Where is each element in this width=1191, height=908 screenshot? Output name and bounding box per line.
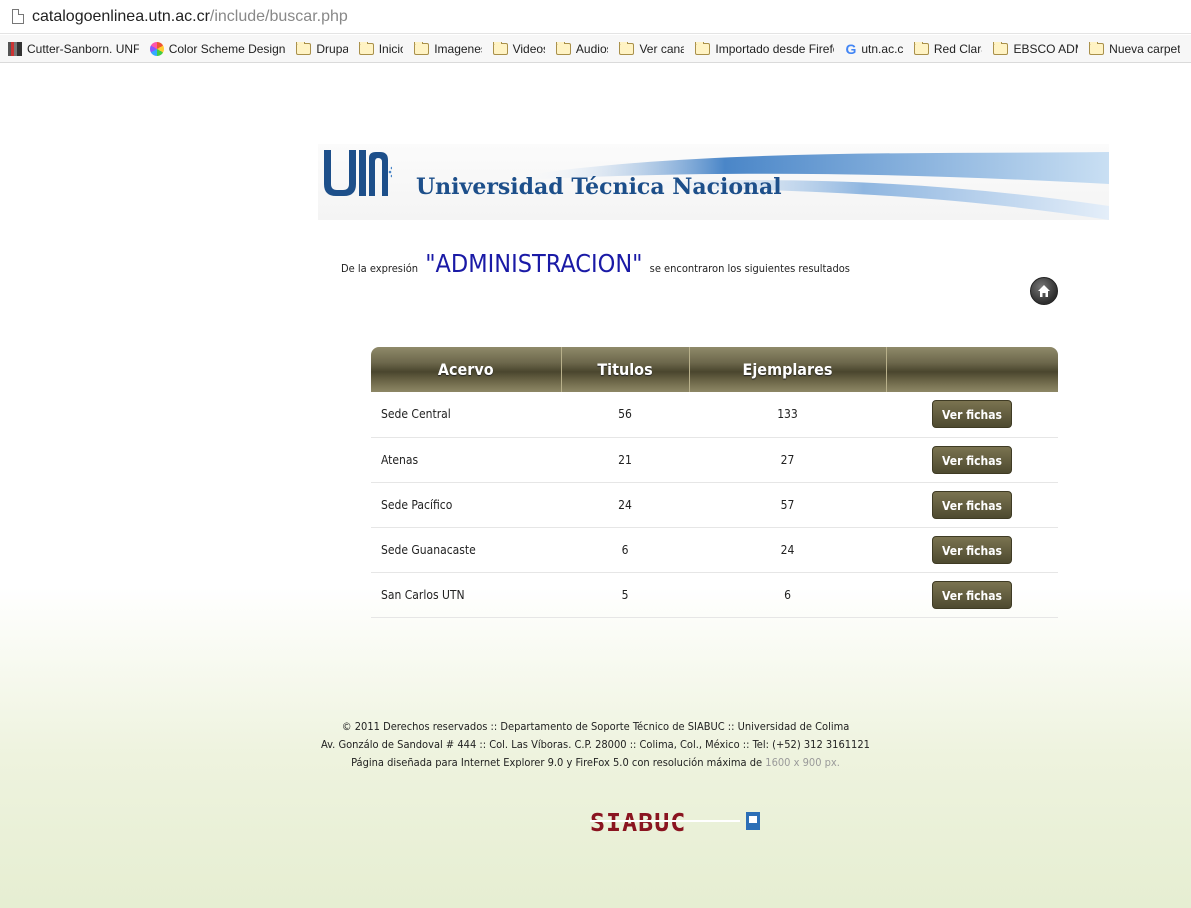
action-cell: Ver fichas bbox=[886, 572, 1058, 618]
url-host: catalogoenlinea.utn.ac.cr bbox=[32, 7, 210, 25]
university-banner: Universidad Técnica Nacional bbox=[318, 144, 1109, 220]
titulos-cell: 5 bbox=[561, 572, 689, 618]
footer-address: Av. Gonzálo de Sandoval # 444 :: Col. La… bbox=[321, 738, 870, 751]
folder-icon bbox=[1089, 41, 1105, 55]
siabuc-logo[interactable]: SIABUC bbox=[590, 809, 760, 835]
ejemplares-cell: 27 bbox=[689, 437, 886, 483]
bookmark-label: Imagenes bbox=[434, 41, 481, 56]
home-button[interactable] bbox=[1030, 277, 1058, 305]
column-header-acervo: Acervo bbox=[371, 347, 562, 392]
search-prefix: De la expresión bbox=[341, 262, 419, 275]
page-icon bbox=[12, 9, 24, 24]
search-term: "ADMINISTRACION" bbox=[425, 249, 643, 278]
bookmark-label: Ver canal bbox=[639, 41, 684, 56]
bookmark-item[interactable]: Importado desde Firefox bbox=[695, 41, 835, 56]
ver-fichas-button[interactable]: Ver fichas bbox=[932, 580, 1012, 609]
address-bar[interactable]: catalogoenlinea.utn.ac.cr/include/buscar… bbox=[0, 0, 1191, 34]
action-cell: Ver fichas bbox=[886, 437, 1058, 483]
ejemplares-cell: 24 bbox=[689, 527, 886, 573]
footer-copyright: © 2011 Derechos reservados :: Departamen… bbox=[341, 720, 850, 733]
search-summary: De la expresión "ADMINISTRACION" se enco… bbox=[0, 249, 1191, 278]
bookmarks-bar: Cutter-Sanborn. UNFC Color Scheme Designe… bbox=[0, 35, 1191, 63]
bookmark-label: Red Clara bbox=[933, 41, 983, 56]
search-suffix: se encontraron los siguientes resultados bbox=[649, 262, 850, 275]
folder-icon bbox=[358, 41, 374, 55]
bookmark-item[interactable]: Videos bbox=[492, 41, 545, 56]
ejemplares-cell: 6 bbox=[689, 572, 886, 618]
action-cell: Ver fichas bbox=[886, 392, 1058, 438]
bookmark-label: Nueva carpeta bbox=[1109, 41, 1181, 56]
bookmark-item[interactable]: EBSCO ADM bbox=[993, 41, 1079, 56]
column-header-actions bbox=[886, 347, 1058, 392]
table-row: Sede Central 56 133 Ver fichas bbox=[371, 392, 1058, 438]
university-name: Universidad Técnica Nacional bbox=[416, 174, 782, 200]
ver-fichas-button[interactable]: Ver fichas bbox=[932, 445, 1012, 474]
bookmark-item[interactable]: Drupal bbox=[296, 41, 348, 56]
folder-icon bbox=[492, 41, 508, 55]
table-row: San Carlos UTN 5 6 Ver fichas bbox=[371, 572, 1058, 618]
footer-browser-note: Página diseñada para Internet Explorer 9… bbox=[0, 755, 1191, 771]
action-cell: Ver fichas bbox=[886, 527, 1058, 573]
acervo-cell: Sede Central bbox=[371, 392, 561, 438]
column-header-titulos: Titulos bbox=[561, 347, 690, 392]
folder-icon bbox=[913, 41, 929, 55]
folder-icon bbox=[296, 41, 312, 55]
ejemplares-cell: 57 bbox=[689, 482, 886, 528]
bookmark-label: Cutter-Sanborn. UNFC bbox=[27, 41, 139, 56]
table-row: Sede Pacífico 24 57 Ver fichas bbox=[371, 482, 1058, 528]
bookmark-item[interactable]: Ver canal bbox=[619, 41, 684, 56]
results-table: Acervo Titulos Ejemplares Sede Central 56… bbox=[371, 347, 1058, 618]
bookmark-label: Color Scheme Designer bbox=[168, 41, 286, 56]
bookmark-label: Drupal bbox=[316, 41, 347, 56]
bookmark-item[interactable]: Gutn.ac.cr bbox=[845, 41, 902, 57]
page-content: Universidad Técnica Nacional De la expre… bbox=[0, 64, 1191, 908]
book-icon bbox=[8, 41, 22, 56]
bookmark-item[interactable]: Imagenes bbox=[414, 41, 482, 56]
bookmark-label: EBSCO ADM bbox=[1013, 41, 1079, 56]
table-row: Atenas 21 27 Ver fichas bbox=[371, 437, 1058, 483]
footer-browser-text: Página diseñada para Internet Explorer 9… bbox=[351, 756, 763, 769]
acervo-cell: Sede Pacífico bbox=[371, 482, 561, 528]
bookmark-item[interactable]: Nueva carpeta bbox=[1089, 41, 1181, 56]
google-icon: G bbox=[845, 40, 857, 57]
ver-fichas-button[interactable]: Ver fichas bbox=[932, 400, 1012, 429]
utn-logo bbox=[324, 150, 392, 196]
bookmark-label: Videos bbox=[512, 41, 545, 56]
folder-icon bbox=[619, 41, 635, 55]
acervo-cell: San Carlos UTN bbox=[371, 572, 561, 618]
table-row: Sede Guanacaste 6 24 Ver fichas bbox=[371, 527, 1058, 573]
bookmark-label: utn.ac.cr bbox=[861, 41, 903, 56]
color-wheel-icon bbox=[149, 41, 164, 56]
titulos-cell: 24 bbox=[561, 482, 689, 528]
titulos-cell: 6 bbox=[561, 527, 689, 573]
footer: © 2011 Derechos reservados :: Departamen… bbox=[0, 719, 1191, 773]
folder-icon bbox=[993, 41, 1009, 55]
footer-resolution: 1600 x 900 px. bbox=[765, 756, 840, 769]
action-cell: Ver fichas bbox=[886, 482, 1058, 528]
ver-fichas-button[interactable]: Ver fichas bbox=[932, 535, 1012, 564]
bookmark-item[interactable]: Red Clara bbox=[913, 41, 983, 56]
acervo-cell: Atenas bbox=[371, 437, 561, 483]
folder-icon bbox=[695, 41, 711, 55]
results-header-row: Acervo Titulos Ejemplares bbox=[371, 347, 1058, 392]
bookmark-label: Importado desde Firefox bbox=[715, 41, 835, 56]
acervo-cell: Sede Guanacaste bbox=[371, 527, 561, 573]
folder-icon bbox=[414, 41, 430, 55]
column-header-ejemplares: Ejemplares bbox=[689, 347, 887, 392]
ver-fichas-button[interactable]: Ver fichas bbox=[932, 490, 1012, 519]
bookmark-item[interactable]: Inicio bbox=[358, 41, 404, 56]
bookmark-item[interactable]: Cutter-Sanborn. UNFC bbox=[8, 41, 139, 56]
bookmark-item[interactable]: Color Scheme Designer bbox=[149, 41, 286, 56]
titulos-cell: 21 bbox=[561, 437, 689, 483]
ejemplares-cell: 133 bbox=[689, 392, 886, 438]
bookmark-label: Audios bbox=[575, 41, 609, 56]
bookmark-item[interactable]: Audios bbox=[555, 41, 609, 56]
url-path: /include/buscar.php bbox=[209, 7, 348, 25]
bookmark-label: Inicio bbox=[378, 41, 404, 56]
home-icon bbox=[1038, 285, 1050, 297]
titulos-cell: 56 bbox=[561, 392, 689, 438]
folder-icon bbox=[555, 41, 571, 55]
